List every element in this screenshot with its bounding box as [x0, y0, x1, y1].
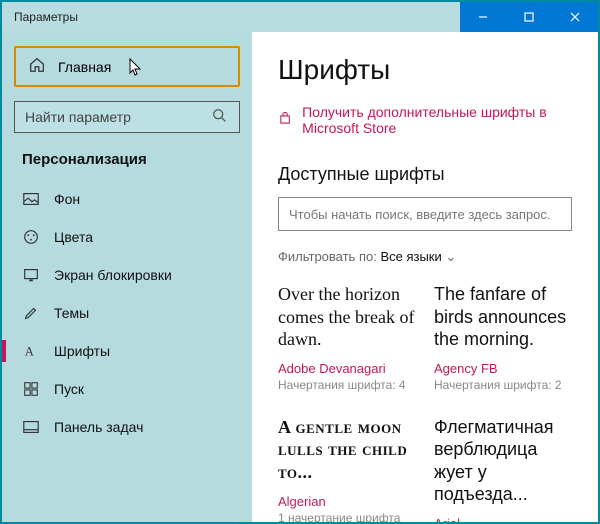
search-input[interactable]: [25, 109, 211, 125]
window-buttons: [460, 2, 598, 32]
sidebar-item-themes[interactable]: Темы: [2, 294, 252, 332]
font-card[interactable]: Over the horizon comes the break of dawn…: [278, 279, 416, 408]
start-icon: [22, 380, 40, 398]
lockscreen-icon: [22, 266, 40, 284]
font-name: Agency FB: [434, 361, 572, 376]
sidebar-item-label: Экран блокировки: [54, 267, 172, 283]
font-name: Adobe Devanagari: [278, 361, 416, 376]
taskbar-icon: [22, 418, 40, 436]
store-icon: [278, 111, 292, 129]
font-name: Algerian: [278, 494, 416, 509]
search-box[interactable]: [14, 101, 240, 133]
settings-window: Параметры Главная: [0, 0, 600, 524]
store-link-label: Получить дополнительные шрифты в Microso…: [302, 104, 572, 136]
font-count: Начертания шрифта: 4: [278, 378, 416, 394]
brush-icon: [22, 304, 40, 322]
font-grid: Over the horizon comes the break of dawn…: [278, 279, 572, 522]
font-icon: A: [22, 342, 40, 360]
sidebar: Главная Персонализация Фон Цвета: [2, 32, 252, 522]
home-button[interactable]: Главная: [14, 46, 240, 87]
font-sample: Over the horizon comes the break of dawn…: [278, 283, 416, 351]
maximize-button[interactable]: [506, 2, 552, 32]
available-fonts-heading: Доступные шрифты: [278, 164, 572, 185]
page-title: Шрифты: [278, 54, 572, 86]
sidebar-item-start[interactable]: Пуск: [2, 370, 252, 408]
sidebar-item-lockscreen[interactable]: Экран блокировки: [2, 256, 252, 294]
filter-label: Фильтровать по:: [278, 249, 377, 264]
font-card[interactable]: Флегматичная верблюдица жует у подъезда.…: [434, 412, 572, 522]
palette-icon: [22, 228, 40, 246]
picture-icon: [22, 190, 40, 208]
font-sample: Флегматичная верблюдица жует у подъезда.…: [434, 416, 572, 506]
font-search-placeholder: Чтобы начать поиск, введите здесь запрос…: [289, 207, 551, 222]
filter-value: Все языки: [380, 249, 441, 264]
sidebar-item-label: Шрифты: [54, 343, 110, 359]
store-link[interactable]: Получить дополнительные шрифты в Microso…: [278, 104, 572, 136]
font-count: Начертания шрифта: 2: [434, 378, 572, 394]
titlebar: Параметры: [2, 2, 598, 32]
font-sample: A gentle moon lulls the child to...: [278, 416, 416, 484]
sidebar-item-background[interactable]: Фон: [2, 180, 252, 218]
sidebar-item-fonts[interactable]: A Шрифты: [2, 332, 252, 370]
font-count: 1 начертание шрифта: [278, 511, 416, 522]
font-card[interactable]: A gentle moon lulls the child to... Alge…: [278, 412, 416, 522]
filter-row[interactable]: Фильтровать по: Все языки ⌄: [278, 249, 572, 265]
body: Главная Персонализация Фон Цвета: [2, 32, 598, 522]
main-pane: Шрифты Получить дополнительные шрифты в …: [252, 32, 598, 522]
sidebar-item-taskbar[interactable]: Панель задач: [2, 408, 252, 446]
search-icon: [211, 107, 229, 128]
sidebar-item-label: Пуск: [54, 381, 84, 397]
sidebar-item-label: Цвета: [54, 229, 93, 245]
home-icon: [28, 56, 46, 77]
cursor-icon: [129, 58, 143, 80]
font-name: Arial: [434, 516, 572, 522]
font-card[interactable]: The fanfare of birds announces the morni…: [434, 279, 572, 408]
font-sample: The fanfare of birds announces the morni…: [434, 283, 572, 351]
window-title: Параметры: [14, 10, 78, 24]
home-label: Главная: [58, 59, 111, 75]
svg-text:A: A: [25, 345, 34, 359]
close-button[interactable]: [552, 2, 598, 32]
chevron-down-icon: ⌄: [445, 249, 456, 264]
sidebar-item-label: Панель задач: [54, 419, 143, 435]
minimize-button[interactable]: [460, 2, 506, 32]
section-title: Персонализация: [2, 151, 252, 180]
font-search-input[interactable]: Чтобы начать поиск, введите здесь запрос…: [278, 197, 572, 231]
sidebar-item-label: Темы: [54, 305, 89, 321]
sidebar-item-colors[interactable]: Цвета: [2, 218, 252, 256]
sidebar-item-label: Фон: [54, 191, 80, 207]
